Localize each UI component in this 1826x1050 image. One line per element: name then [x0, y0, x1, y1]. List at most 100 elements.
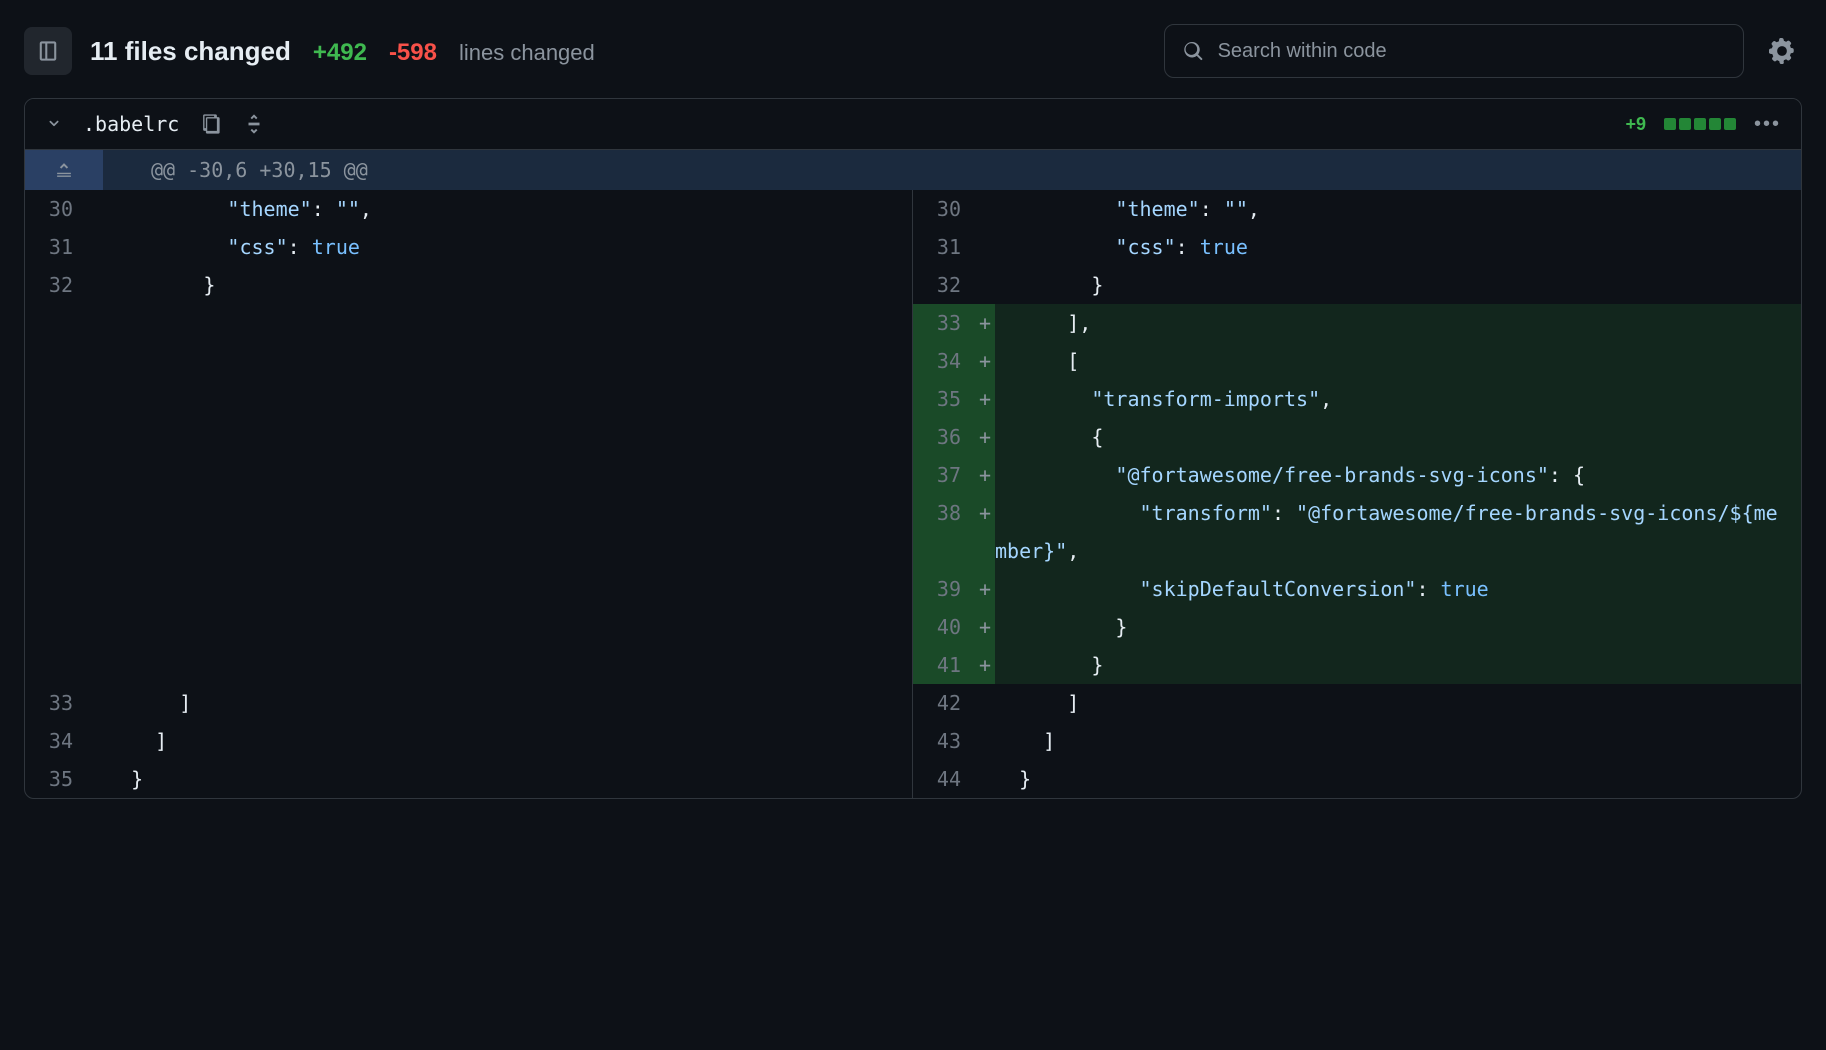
line-number: 37 — [913, 456, 975, 494]
line-number: 34 — [913, 342, 975, 380]
code-content: ], — [995, 304, 1801, 342]
code-line[interactable]: 39+ "skipDefaultConversion": true — [913, 570, 1801, 608]
line-number: 31 — [913, 228, 975, 266]
diff-marker — [87, 266, 107, 304]
toolbar: 11 files changed +492 -598 lines changed — [24, 24, 1802, 78]
file-tree-toggle-button[interactable] — [24, 27, 72, 75]
code-line[interactable]: 34 ] — [25, 722, 912, 760]
code-line[interactable]: 37+ "@fortawesome/free-brands-svg-icons"… — [913, 456, 1801, 494]
code-content — [107, 380, 912, 418]
file-menu-button[interactable]: ••• — [1754, 113, 1781, 136]
diff-marker — [975, 722, 995, 760]
code-line[interactable]: 31 "css": true — [913, 228, 1801, 266]
code-content: "transform-imports", — [995, 380, 1801, 418]
hunk-header-text: @@ -30,6 +30,15 @@ — [103, 150, 416, 190]
code-line[interactable]: 35 } — [25, 760, 912, 798]
code-content: "css": true — [107, 228, 912, 266]
code-line[interactable]: 36+ { — [913, 418, 1801, 456]
code-line[interactable]: 30 "theme": "", — [25, 190, 912, 228]
code-line[interactable] — [25, 342, 912, 380]
code-line[interactable] — [25, 304, 912, 342]
fold-up-icon — [53, 159, 75, 181]
code-content — [107, 646, 912, 684]
code-content: ] — [107, 684, 912, 722]
diff-marker — [975, 266, 995, 304]
code-line[interactable] — [25, 456, 912, 494]
diff-file-panel: .babelrc +9 ••• @@ -30,6 +30,15 @@ 30 "t… — [24, 98, 1802, 799]
diff-marker: + — [975, 456, 995, 494]
code-line[interactable]: 30 "theme": "", — [913, 190, 1801, 228]
search-input[interactable] — [1218, 40, 1725, 63]
diff-marker — [87, 760, 107, 798]
code-line[interactable]: 34+ [ — [913, 342, 1801, 380]
diff-marker — [87, 608, 107, 646]
line-number: 34 — [25, 722, 87, 760]
diff-marker — [975, 684, 995, 722]
line-number — [25, 342, 87, 380]
code-line[interactable]: 41+ } — [913, 646, 1801, 684]
code-line[interactable] — [25, 608, 912, 646]
code-line[interactable]: 42 ] — [913, 684, 1801, 722]
code-line[interactable] — [25, 418, 912, 456]
diff-marker: + — [975, 494, 995, 570]
collapse-file-button[interactable] — [45, 114, 65, 134]
code-content — [107, 532, 912, 570]
additions-count: +492 — [313, 39, 367, 67]
code-line[interactable]: 31 "css": true — [25, 228, 912, 266]
line-number: 43 — [913, 722, 975, 760]
diff-marker — [87, 494, 107, 532]
files-changed-count: 11 files changed — [90, 36, 291, 67]
code-line[interactable] — [25, 380, 912, 418]
code-line[interactable] — [25, 570, 912, 608]
expand-all-button[interactable] — [241, 111, 267, 137]
code-line[interactable]: 43 ] — [913, 722, 1801, 760]
code-content: } — [995, 608, 1801, 646]
line-number: 30 — [25, 190, 87, 228]
code-content: } — [107, 760, 912, 798]
diff-marker — [87, 570, 107, 608]
code-line[interactable] — [25, 646, 912, 684]
diff-marker: + — [975, 570, 995, 608]
line-number: 35 — [913, 380, 975, 418]
code-content: "skipDefaultConversion": true — [995, 570, 1801, 608]
diff-marker — [87, 380, 107, 418]
lines-changed-label: lines changed — [459, 40, 595, 66]
code-content — [107, 418, 912, 456]
code-line[interactable]: 32 } — [25, 266, 912, 304]
code-content: } — [107, 266, 912, 304]
code-content: } — [995, 266, 1801, 304]
code-line[interactable]: 44 } — [913, 760, 1801, 798]
code-content: "@fortawesome/free-brands-svg-icons": { — [995, 456, 1801, 494]
line-number — [25, 494, 87, 532]
code-line[interactable] — [25, 494, 912, 532]
code-line[interactable]: 38+ "transform": "@fortawesome/free-bran… — [913, 494, 1801, 570]
chevron-down-icon — [45, 114, 63, 132]
code-line[interactable]: 35+ "transform-imports", — [913, 380, 1801, 418]
copy-path-button[interactable] — [197, 111, 223, 137]
line-number: 42 — [913, 684, 975, 722]
code-line[interactable] — [25, 532, 912, 570]
code-content: ] — [995, 722, 1801, 760]
diff-left-side: 30 "theme": "",31 "css": true32 } 33 ]34 … — [25, 190, 913, 798]
code-content — [107, 456, 912, 494]
line-number: 32 — [25, 266, 87, 304]
line-number — [25, 456, 87, 494]
code-content — [107, 342, 912, 380]
code-content — [107, 494, 912, 532]
code-line[interactable]: 33+ ], — [913, 304, 1801, 342]
code-line[interactable]: 32 } — [913, 266, 1801, 304]
line-number — [25, 304, 87, 342]
code-content: [ — [995, 342, 1801, 380]
line-number: 41 — [913, 646, 975, 684]
search-box[interactable] — [1164, 24, 1744, 78]
hunk-header-row: @@ -30,6 +30,15 @@ — [25, 150, 1801, 190]
expand-up-button[interactable] — [25, 150, 103, 190]
file-name[interactable]: .babelrc — [83, 112, 179, 136]
line-number — [25, 608, 87, 646]
settings-button[interactable] — [1762, 31, 1802, 71]
diff-marker — [975, 760, 995, 798]
line-number — [25, 380, 87, 418]
code-line[interactable]: 33 ] — [25, 684, 912, 722]
code-line[interactable]: 40+ } — [913, 608, 1801, 646]
line-number: 40 — [913, 608, 975, 646]
